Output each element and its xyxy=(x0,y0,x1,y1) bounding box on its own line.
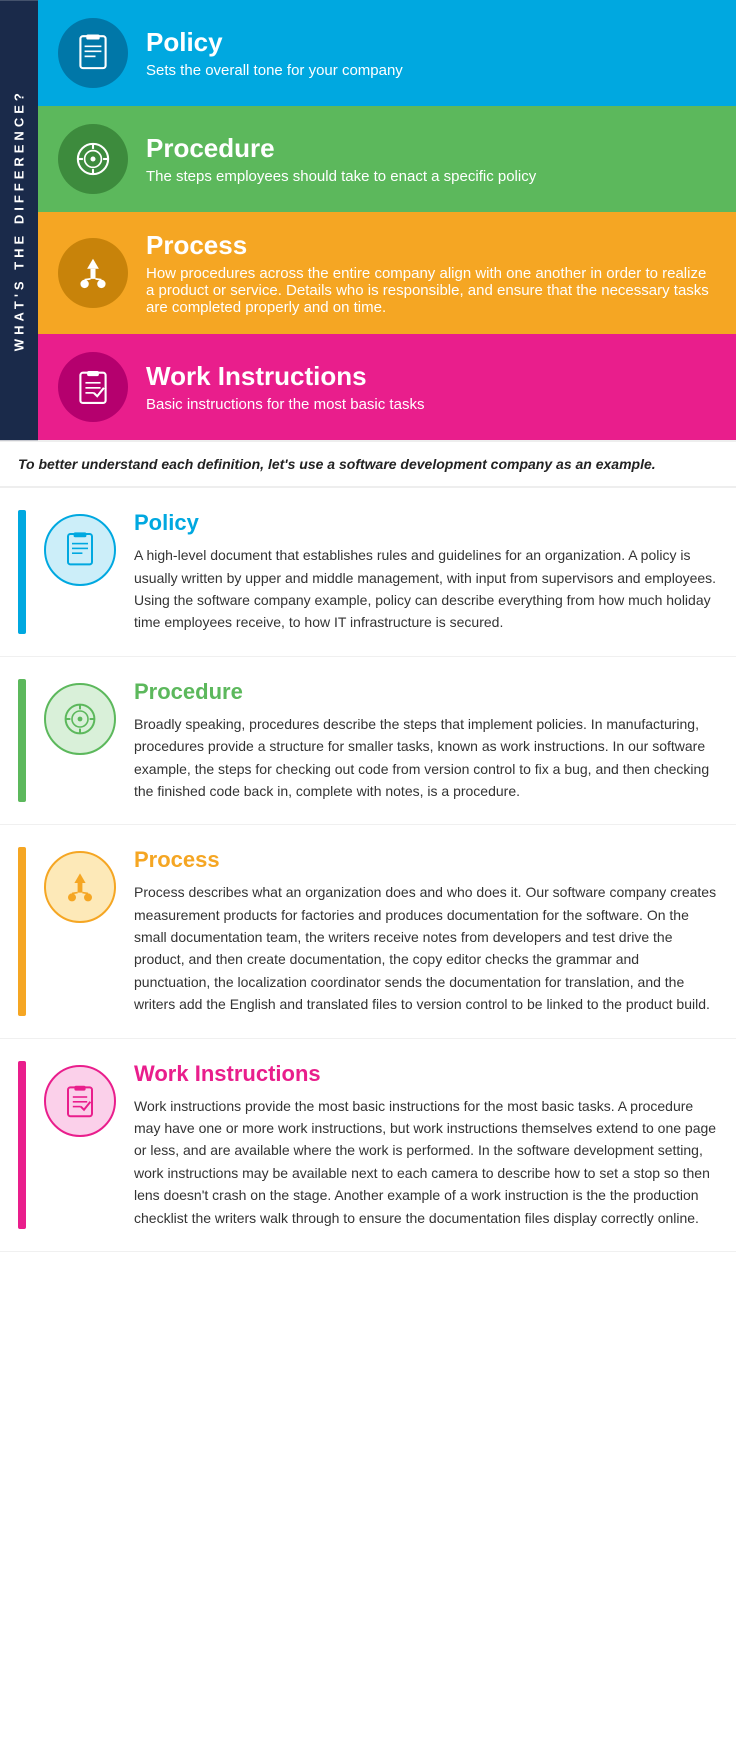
policy-bar xyxy=(18,510,26,634)
procedure-icon xyxy=(58,124,128,194)
work-instructions-icon xyxy=(58,352,128,422)
process-card-subtitle: How procedures across the entire company… xyxy=(146,265,716,316)
top-section: WHAT'S THE DIFFERENCE? Policy Sets the o… xyxy=(0,0,736,440)
procedure-card: Procedure The steps employees should tak… xyxy=(38,106,736,212)
policy-card-title: Policy xyxy=(146,27,403,58)
process-card-text: Process How procedures across the entire… xyxy=(146,230,716,316)
procedure-card-subtitle: The steps employees should take to enact… xyxy=(146,168,536,185)
work-instructions-card-title: Work Instructions xyxy=(146,361,424,392)
procedure-bar xyxy=(18,679,26,803)
procedure-detail-text: Broadly speaking, procedures describe th… xyxy=(134,713,718,803)
policy-detail-title: Policy xyxy=(134,510,718,536)
procedure-card-text: Procedure The steps employees should tak… xyxy=(146,133,536,185)
work-instructions-detail-icon xyxy=(44,1065,116,1137)
process-icon xyxy=(58,238,128,308)
work-instructions-card: Work Instructions Basic instructions for… xyxy=(38,334,736,440)
work-instructions-detail-text: Work instructions provide the most basic… xyxy=(134,1095,718,1229)
policy-detail-item: Policy A high-level document that establ… xyxy=(0,488,736,657)
process-detail-item: Process Process describes what an organi… xyxy=(0,825,736,1038)
policy-card-text: Policy Sets the overall tone for your co… xyxy=(146,27,403,79)
bottom-section: Policy A high-level document that establ… xyxy=(0,488,736,1252)
work-instructions-detail-content: Work Instructions Work instructions prov… xyxy=(134,1061,718,1229)
process-detail-icon xyxy=(44,851,116,923)
process-detail-content: Process Process describes what an organi… xyxy=(134,847,718,1015)
policy-detail-icon xyxy=(44,514,116,586)
procedure-detail-icon xyxy=(44,683,116,755)
process-detail-title: Process xyxy=(134,847,718,873)
work-instructions-card-subtitle: Basic instructions for the most basic ta… xyxy=(146,396,424,413)
policy-detail-content: Policy A high-level document that establ… xyxy=(134,510,718,634)
work-instructions-card-text: Work Instructions Basic instructions for… xyxy=(146,361,424,413)
procedure-detail-item: Procedure Broadly speaking, procedures d… xyxy=(0,657,736,826)
procedure-detail-title: Procedure xyxy=(134,679,718,705)
work-instructions-detail-title: Work Instructions xyxy=(134,1061,718,1087)
process-bar xyxy=(18,847,26,1015)
policy-detail-text: A high-level document that establishes r… xyxy=(134,544,718,634)
cards-column: Policy Sets the overall tone for your co… xyxy=(38,0,736,440)
work-instructions-bar xyxy=(18,1061,26,1229)
process-card-title: Process xyxy=(146,230,716,261)
work-instructions-detail-item: Work Instructions Work instructions prov… xyxy=(0,1039,736,1252)
middle-banner-text: To better understand each definition, le… xyxy=(18,456,718,472)
procedure-detail-content: Procedure Broadly speaking, procedures d… xyxy=(134,679,718,803)
process-detail-text: Process describes what an organization d… xyxy=(134,881,718,1015)
procedure-card-title: Procedure xyxy=(146,133,536,164)
policy-card-subtitle: Sets the overall tone for your company xyxy=(146,62,403,79)
vertical-label: WHAT'S THE DIFFERENCE? xyxy=(0,0,38,440)
process-card: Process How procedures across the entire… xyxy=(38,212,736,334)
middle-banner: To better understand each definition, le… xyxy=(0,440,736,488)
policy-icon xyxy=(58,18,128,88)
policy-card: Policy Sets the overall tone for your co… xyxy=(38,0,736,106)
